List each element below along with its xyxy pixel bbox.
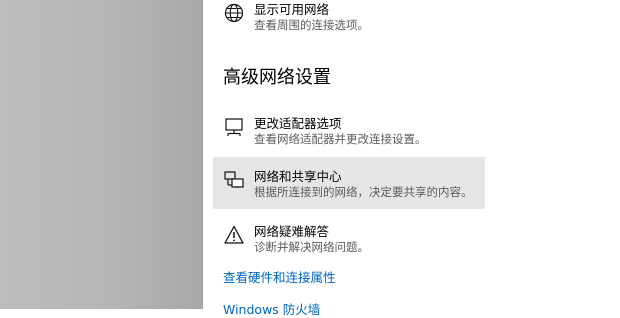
sharing-center-icon — [223, 169, 245, 191]
show-available-networks-item[interactable]: 显示可用网络 查看周围的连接选项。 — [213, 0, 485, 42]
change-adapter-options-title: 更改适配器选项 — [254, 116, 342, 131]
advanced-network-settings-heading: 高级网络设置 — [223, 67, 331, 88]
network-troubleshooter-desc: 诊断并解决网络问题。 — [254, 240, 369, 254]
change-adapter-options-desc: 查看网络适配器并更改连接设置。 — [254, 132, 427, 146]
left-navigation-pane — [0, 0, 203, 309]
change-adapter-options-item[interactable]: 更改适配器选项 查看网络适配器并更改连接设置。 — [213, 104, 485, 156]
adapter-monitor-icon — [223, 116, 245, 138]
show-available-networks-title: 显示可用网络 — [254, 2, 330, 17]
network-sharing-center-title: 网络和共享中心 — [254, 169, 342, 184]
network-troubleshooter-item[interactable]: 网络疑难解答 诊断并解决网络问题。 — [213, 212, 485, 264]
settings-content-pane: 显示可用网络 查看周围的连接选项。 高级网络设置 更改适配器选项 查看网络适配器… — [203, 0, 620, 317]
network-sharing-center-item[interactable]: 网络和共享中心 根据所连接到的网络，决定要共享的内容。 — [213, 157, 485, 209]
network-sharing-center-desc: 根据所连接到的网络，决定要共享的内容。 — [254, 185, 473, 199]
show-available-networks-desc: 查看周围的连接选项。 — [254, 18, 369, 32]
network-troubleshooter-title: 网络疑难解答 — [254, 224, 330, 239]
globe-icon — [223, 2, 245, 24]
view-hardware-connection-properties-link[interactable]: 查看硬件和连接属性 — [223, 267, 336, 286]
warning-icon — [223, 224, 245, 246]
